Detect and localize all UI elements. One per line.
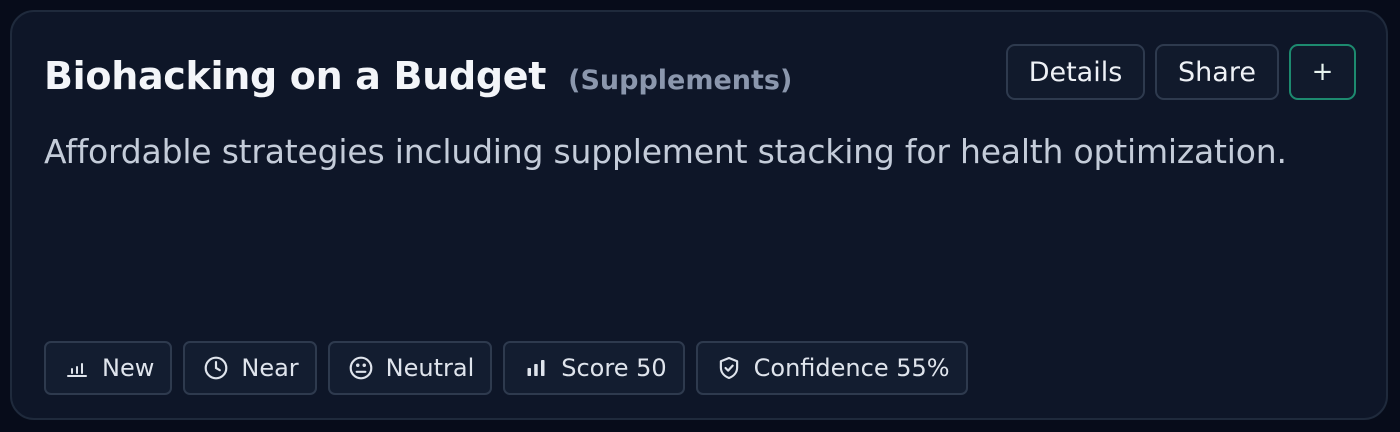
- neutral-face-icon: [348, 355, 374, 381]
- bar-chart-low-icon: [64, 355, 90, 381]
- tag-neutral: Neutral: [327, 341, 493, 395]
- trend-card: Biohacking on a Budget (Supplements) Det…: [10, 10, 1388, 420]
- bar-chart-icon: [523, 355, 549, 381]
- shield-check-icon: [716, 355, 742, 381]
- tag-near: Near: [183, 341, 317, 395]
- tag-score: Score 50: [503, 341, 685, 395]
- tag-new: New: [44, 341, 173, 395]
- clock-icon: [203, 355, 229, 381]
- tag-label: Neutral: [385, 354, 475, 382]
- details-button[interactable]: Details: [1006, 44, 1145, 100]
- card-title: Biohacking on a Budget: [44, 54, 547, 98]
- tag-label: Score 50: [561, 354, 667, 382]
- tag-list: New Near Neutral Score 50 Confidence 55%: [44, 341, 968, 395]
- card-actions: Details Share +: [1006, 44, 1356, 100]
- tag-label: Confidence 55%: [753, 354, 950, 382]
- add-button[interactable]: +: [1289, 44, 1356, 100]
- tag-label: New: [102, 354, 155, 382]
- card-category: (Supplements): [568, 65, 793, 96]
- card-description: Affordable strategies including suppleme…: [44, 132, 1287, 171]
- tag-confidence: Confidence 55%: [695, 341, 968, 395]
- share-button[interactable]: Share: [1155, 44, 1279, 100]
- tag-label: Near: [241, 354, 299, 382]
- card-header: Biohacking on a Budget (Supplements): [44, 54, 792, 98]
